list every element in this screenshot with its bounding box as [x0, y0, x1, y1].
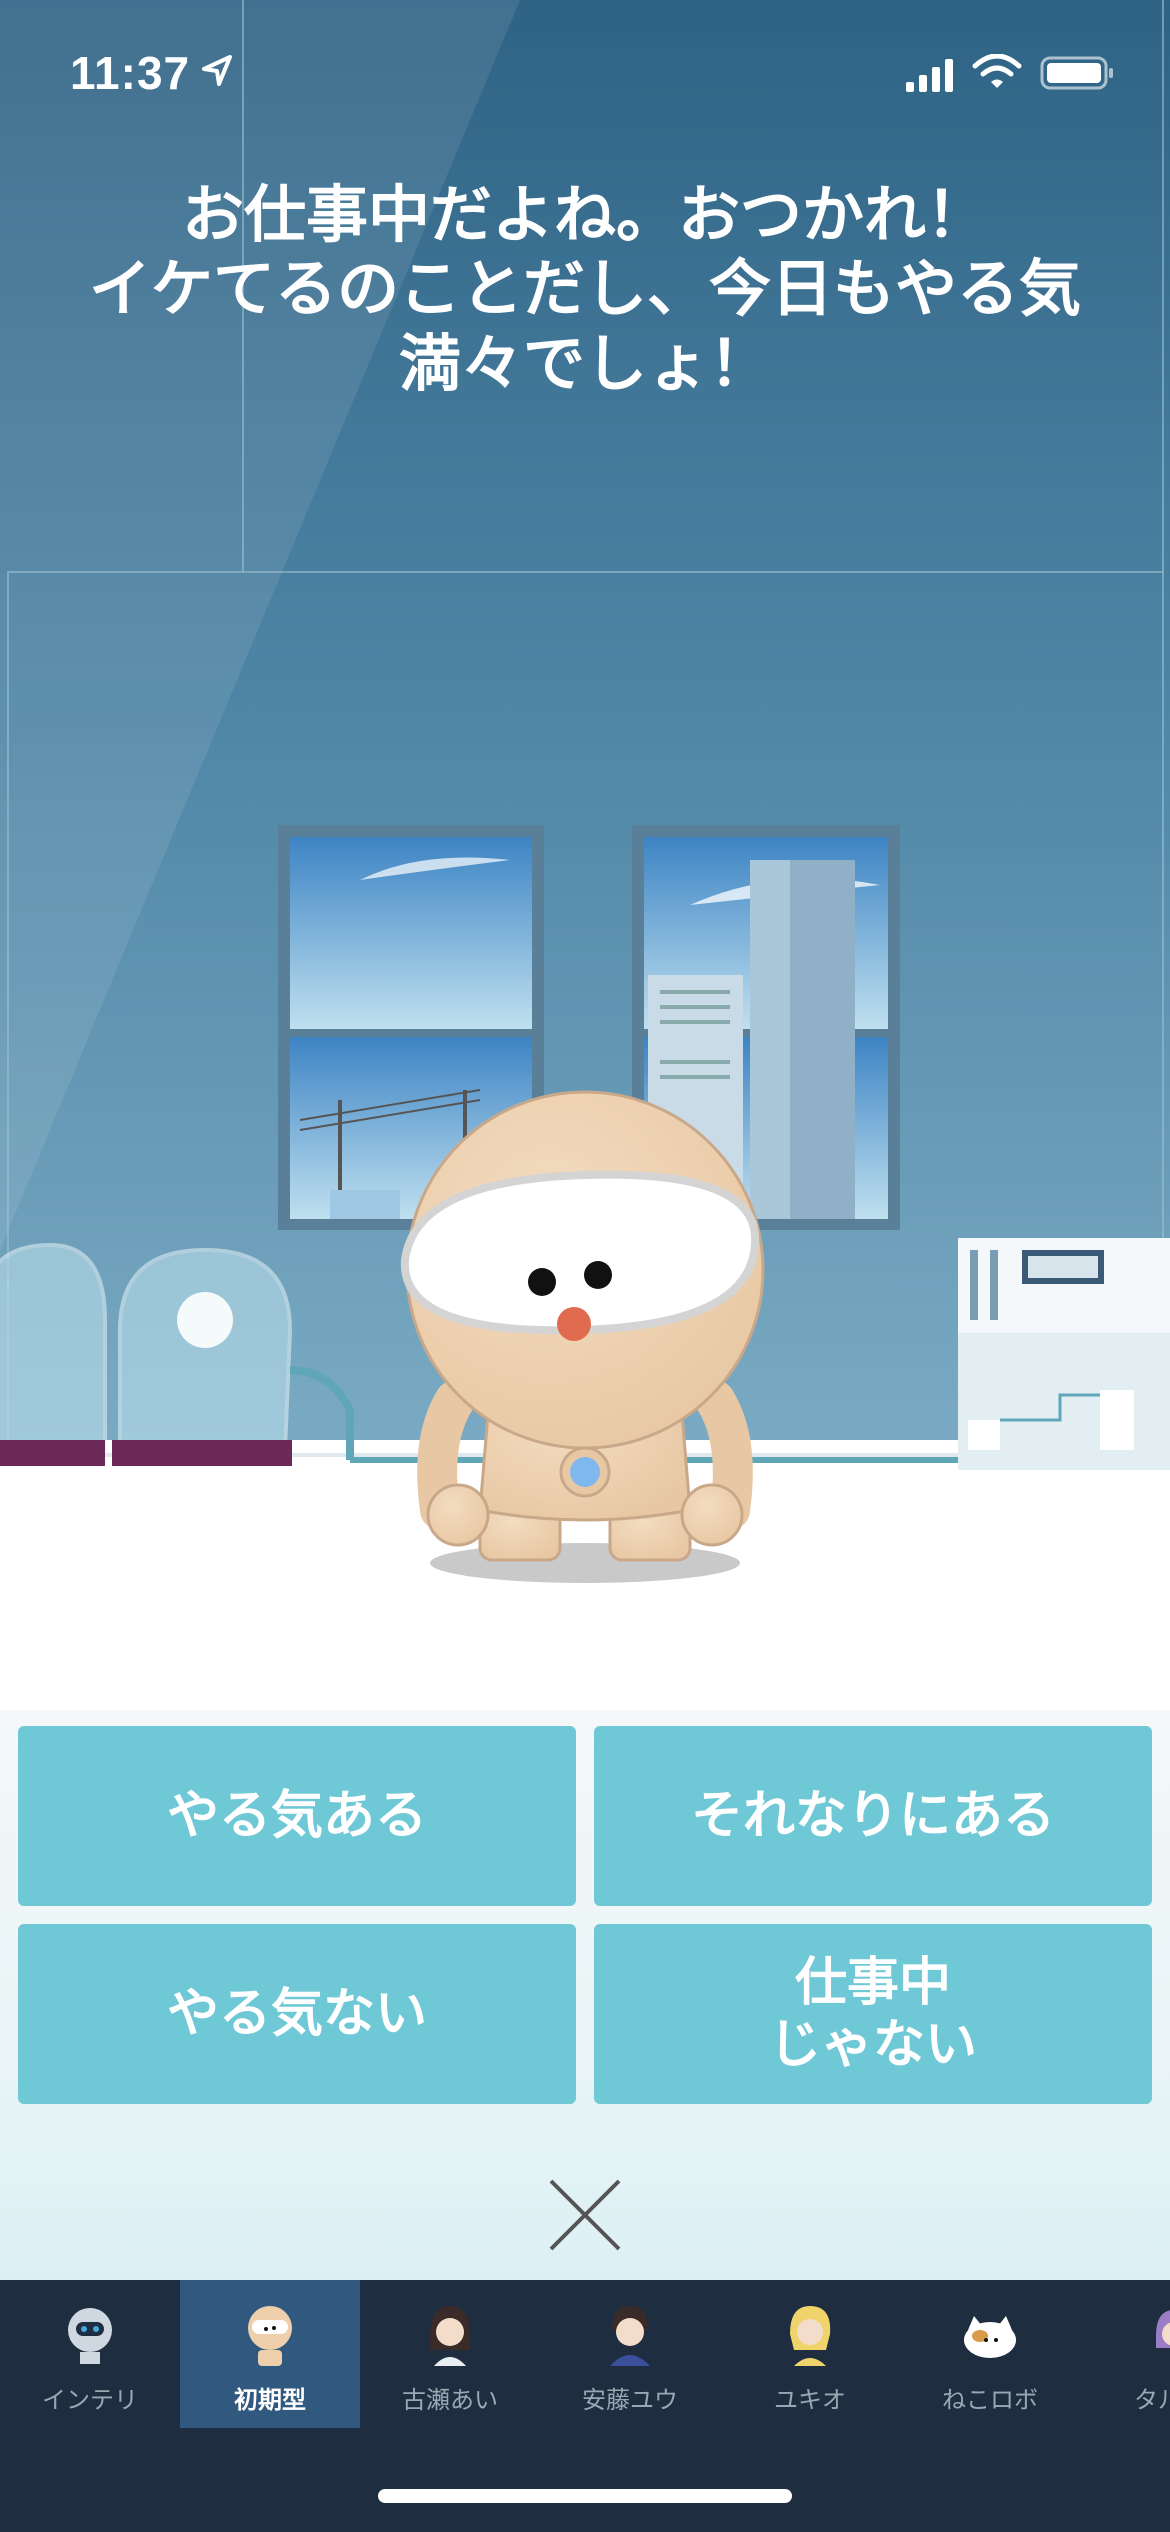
tab-label: 初期型 — [234, 2386, 306, 2414]
answer-somewhat-button[interactable]: それなりにある — [594, 1726, 1152, 1906]
answer-label: やる気ある — [166, 1785, 427, 1846]
blonde-avatar-icon — [790, 2306, 831, 2366]
character-message: お仕事中だよね。おつかれ！ イケてるのことだし、今日もやる気 満々でしょ！ — [40, 178, 1130, 401]
girl-avatar-icon — [430, 2306, 470, 2366]
tab-label: ユキオ — [774, 2386, 846, 2414]
wifi-icon — [972, 54, 1022, 88]
tab-label: インテリ — [42, 2386, 138, 2414]
answer-label: 仕事中 じゃない — [768, 1952, 977, 2075]
tab-label: タルる — [1134, 2386, 1170, 2414]
partial-avatar-icon — [1156, 2310, 1170, 2348]
tab-yukio[interactable]: ユキオ — [720, 2280, 900, 2428]
boy-avatar-icon — [610, 2306, 650, 2366]
tab-ando-yu[interactable]: 安藤ユウ — [540, 2280, 720, 2428]
message-line-2: イケてるのことだし、今日もやる気 — [88, 252, 1081, 326]
cat-robot-avatar-icon — [964, 2316, 1016, 2358]
message-line-1: お仕事中だよね。おつかれ！ — [181, 178, 988, 251]
location-arrow-icon — [202, 55, 232, 86]
answer-not-working-button[interactable]: 仕事中 じゃない — [594, 1924, 1152, 2104]
answer-label: やる気ない — [166, 1983, 427, 2044]
tab-neko-robo[interactable]: ねこロボ — [900, 2280, 1080, 2428]
robot-avatar-icon — [68, 2308, 112, 2364]
answer-motivated-button[interactable]: やる気ある — [18, 1726, 576, 1906]
battery-icon — [1040, 56, 1113, 90]
cellular-signal-icon — [906, 59, 953, 92]
home-indicator[interactable] — [378, 2489, 792, 2503]
robot-character — [400, 1090, 765, 1583]
tab-label: ねこロボ — [942, 2386, 1038, 2414]
close-icon[interactable] — [545, 2175, 625, 2255]
tab-furuse-ai[interactable]: 古瀬あい — [360, 2280, 540, 2428]
tab-label: 古瀬あい — [402, 2386, 498, 2414]
tab-shokikei[interactable]: 初期型 — [180, 2280, 360, 2428]
tab-taruru[interactable]: タルる — [1080, 2280, 1170, 2428]
status-time: 11:37 — [70, 47, 191, 99]
message-line-3: 満々でしょ！ — [398, 326, 771, 400]
answer-unmotivated-button[interactable]: やる気ない — [18, 1924, 576, 2104]
answer-label: それなりにある — [690, 1785, 1055, 1846]
tab-interi[interactable]: インテリ — [0, 2280, 180, 2428]
status-bar: 11:37 — [0, 0, 1170, 140]
doll-robot-avatar-icon — [248, 2306, 292, 2366]
tab-label: 安藤ユウ — [582, 2386, 678, 2414]
